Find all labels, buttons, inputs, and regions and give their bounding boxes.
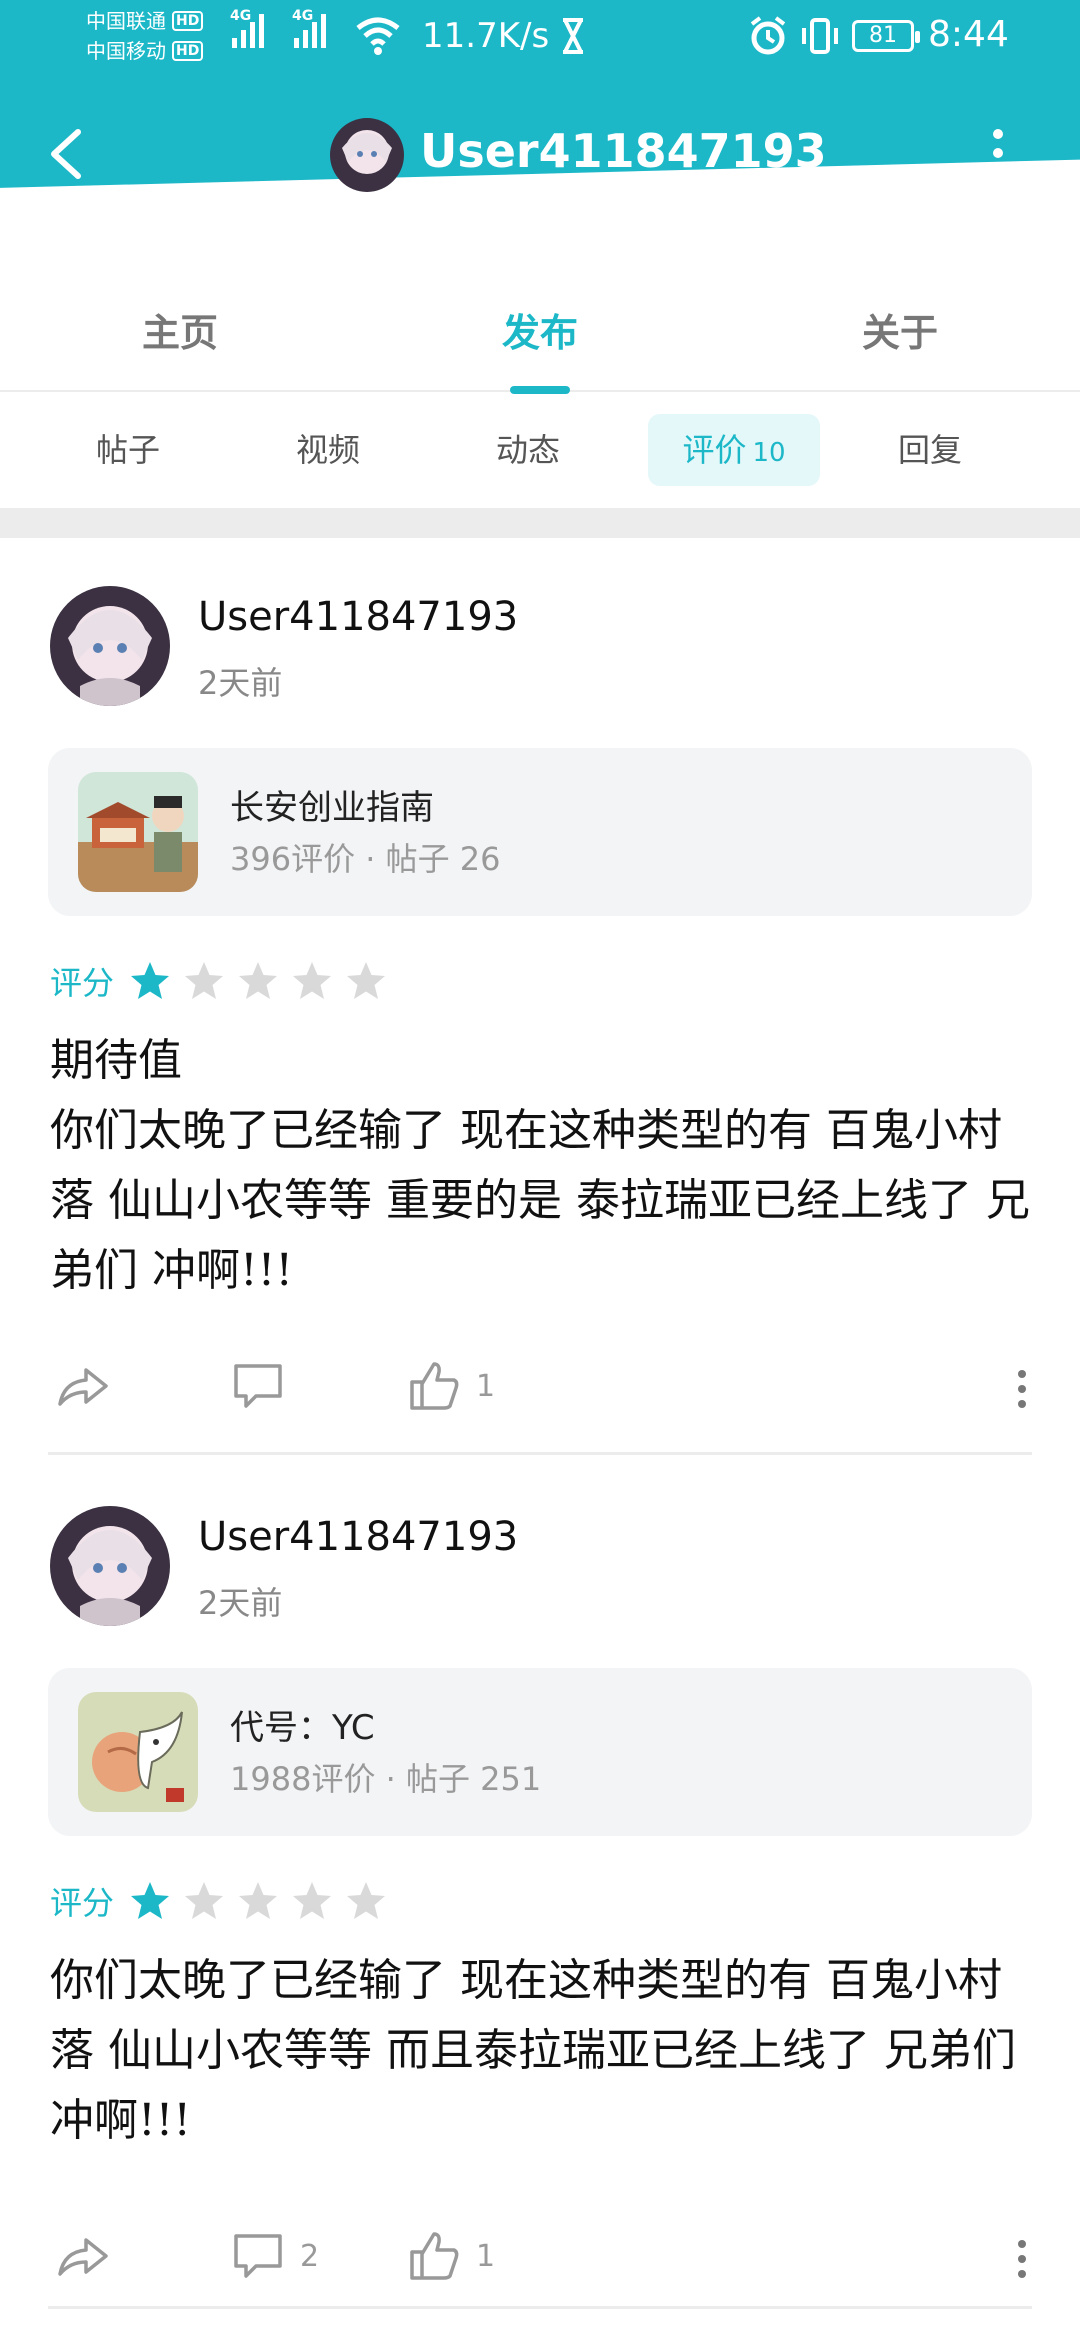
subtab-replies[interactable]: 回复: [850, 414, 1010, 486]
like-button[interactable]: 1: [406, 1358, 495, 1414]
thumbs-up-icon: [410, 2232, 459, 2280]
comment-icon: [234, 2234, 282, 2278]
comment-button[interactable]: 2: [230, 2228, 319, 2284]
tab-about[interactable]: 关于: [800, 302, 1000, 357]
signal-icon: 4G: [230, 8, 264, 48]
section-divider: [0, 508, 1080, 538]
back-button[interactable]: [46, 128, 86, 180]
star-empty-icon: [239, 1882, 278, 1919]
review-card: User411847193 2天前 代号：YC 1988评价 · 帖子 251 …: [0, 1458, 1080, 2340]
app-header: 中国联通 HD 中国移动 HD 4G 4G 11.7K/s 81 8:44 Us…: [0, 0, 1080, 262]
share-button[interactable]: [54, 2228, 110, 2284]
reviews-count: 10: [752, 438, 786, 468]
comment-count: 2: [300, 2238, 320, 2274]
star-filled-icon: [131, 962, 170, 999]
profile-tabs: 主页 发布 关于: [0, 262, 1080, 394]
game-name: 代号：YC: [230, 1708, 375, 1748]
review-actions: 1: [0, 1358, 1080, 1418]
star-empty-icon: [293, 1882, 332, 1919]
vibrate-icon: [802, 18, 838, 54]
review-card: User411847193 2天前 长安创业指南 396评价 · 帖子 26 评…: [0, 538, 1080, 1458]
review-time: 2天前: [198, 1584, 283, 1622]
status-bar: 中国联通 HD 中国移动 HD 4G 4G 11.7K/s 81 8:44: [0, 0, 1080, 80]
avatar[interactable]: [50, 1506, 170, 1626]
header-avatar[interactable]: [330, 118, 404, 192]
tab-home[interactable]: 主页: [80, 302, 280, 357]
star-filled-icon: [131, 1882, 170, 1919]
rating-label: 评分: [50, 964, 115, 1002]
header-username: User411847193: [420, 124, 827, 178]
carrier-info: 中国联通 HD 中国移动 HD: [86, 6, 204, 66]
star-empty-icon: [185, 1882, 224, 1919]
star-empty-icon: [347, 962, 386, 999]
carrier-1: 中国联通: [86, 9, 166, 33]
tab-publish[interactable]: 发布: [440, 302, 640, 357]
more-vertical-icon[interactable]: [988, 128, 1008, 178]
game-icon: [78, 1692, 198, 1812]
net-speed: 11.7K/s: [422, 16, 550, 56]
subtab-updates[interactable]: 动态: [448, 414, 608, 486]
comment-button[interactable]: [230, 1358, 300, 1414]
game-meta: 396评价 · 帖子 26: [230, 840, 501, 878]
rating: 评分: [50, 1878, 398, 1924]
share-icon: [58, 1368, 108, 1406]
game-name: 长安创业指南: [230, 788, 434, 828]
more-vertical-icon[interactable]: [1012, 1364, 1032, 1414]
star-empty-icon: [293, 962, 332, 999]
share-button[interactable]: [54, 1358, 110, 1414]
star-empty-icon: [185, 962, 224, 999]
review-text: 期待值 你们太晚了已经输了 现在这种类型的有 百鬼小村落 仙山小农等等 重要的是…: [50, 1035, 1030, 1296]
divider: [48, 2306, 1032, 2309]
star-empty-icon: [347, 1882, 386, 1919]
thumbs-up-icon: [410, 1362, 459, 1410]
review-actions: 2 1: [0, 2228, 1080, 2288]
subtab-posts[interactable]: 帖子: [48, 414, 208, 486]
comment-icon: [234, 1364, 282, 1408]
wifi-icon: [356, 17, 400, 55]
sub-tabs: 帖子 视频 动态 评价 10 回复: [0, 392, 1080, 508]
review-time: 2天前: [198, 664, 283, 702]
share-icon: [58, 2238, 108, 2276]
divider: [48, 1452, 1032, 1455]
carrier-2: 中国移动: [86, 39, 166, 63]
rating: 评分: [50, 958, 398, 1004]
review-text: 你们太晚了已经输了 现在这种类型的有 百鬼小村落 仙山小农等等 而且泰拉瑞亚已经…: [50, 1955, 1030, 2146]
like-count: 1: [476, 1368, 496, 1404]
hd-badge: HD: [172, 41, 204, 61]
like-button[interactable]: 1: [406, 2228, 495, 2284]
subtab-videos[interactable]: 视频: [248, 414, 408, 486]
signal-icon: 4G: [292, 8, 326, 48]
avatar[interactable]: [50, 586, 170, 706]
star-empty-icon: [239, 962, 278, 999]
hourglass-icon: [563, 18, 583, 54]
clock: 8:44: [928, 14, 1009, 55]
review-username[interactable]: User411847193: [198, 594, 518, 640]
subtab-reviews[interactable]: 评价 10: [648, 414, 820, 486]
game-card[interactable]: 长安创业指南 396评价 · 帖子 26: [48, 748, 1032, 916]
like-count: 1: [476, 2238, 496, 2274]
game-icon: [78, 772, 198, 892]
game-meta: 1988评价 · 帖子 251: [230, 1760, 542, 1798]
alarm-icon: [750, 16, 786, 55]
battery-icon: 81: [852, 20, 920, 52]
rating-label: 评分: [50, 1884, 115, 1922]
hd-badge: HD: [172, 11, 204, 31]
review-username[interactable]: User411847193: [198, 1514, 518, 1560]
more-vertical-icon[interactable]: [1012, 2234, 1032, 2284]
game-card[interactable]: 代号：YC 1988评价 · 帖子 251: [48, 1668, 1032, 1836]
